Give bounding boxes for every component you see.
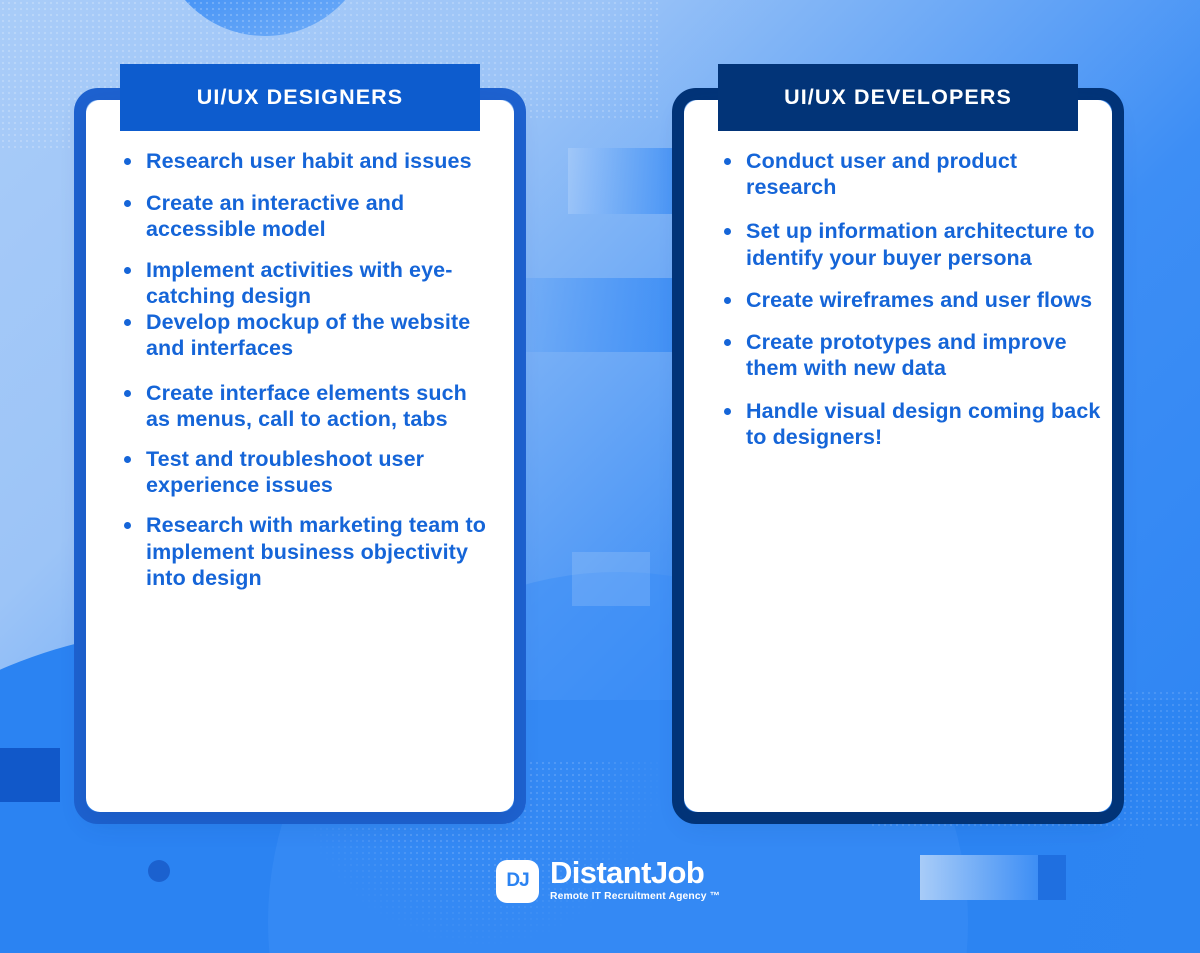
- bullet-dot-icon: [724, 158, 731, 165]
- bullet-item: Implement activities with eye-catching d…: [120, 257, 496, 309]
- bullet-dot-icon: [724, 228, 731, 236]
- bullet-item: Create interface elements such as menus,…: [120, 380, 496, 432]
- logo-text-block: DistantJob Remote IT Recruitment Agency …: [550, 857, 720, 904]
- card-title-designers: UI/UX DESIGNERS: [196, 85, 404, 109]
- bullet-item: Research with marketing team to implemen…: [120, 512, 496, 591]
- bullet-text: Implement activities with eye-catching d…: [146, 257, 453, 308]
- bullet-item: Create an interactive and accessible mod…: [120, 190, 496, 242]
- bullet-text: Research with marketing team to implemen…: [146, 513, 487, 590]
- bullet-text: Set up information architecture to ident…: [746, 219, 1095, 270]
- card-header-designers: UI/UX DESIGNERS: [120, 64, 480, 131]
- logo-company-name: DistantJob: [550, 855, 705, 891]
- bullet-dot-icon: [124, 200, 131, 208]
- decor-dot-bottom-left: [148, 860, 170, 882]
- decor-bar-lower-center: [572, 552, 650, 606]
- bullet-item: Research user habit and issues: [120, 148, 496, 174]
- logo-mark-text: DJ: [506, 870, 529, 891]
- bullet-item: Test and troubleshoot user experience is…: [120, 446, 496, 498]
- bullet-dot-icon: [124, 389, 131, 397]
- card-ui-ux-designers: Research user habit and issues Create an …: [74, 64, 526, 824]
- decor-bar-bottom-right: [920, 855, 1038, 900]
- bullet-dot-icon: [724, 339, 731, 347]
- logo-tagline: Remote IT Recruitment Agency ™: [550, 891, 721, 903]
- bullet-item: Conduct user and product research: [720, 148, 1104, 200]
- bullet-item: Handle visual design coming back to desi…: [720, 398, 1104, 450]
- bullet-text: Develop mockup of the website and interf…: [146, 310, 471, 361]
- bullet-item: Develop mockup of the website and interf…: [120, 309, 496, 361]
- card-body-developers: Conduct user and product research Set up …: [684, 100, 1112, 812]
- bullet-dot-icon: [124, 266, 131, 274]
- distantjob-logo-mark-icon: DJ: [496, 859, 539, 903]
- bullet-list-developers: Conduct user and product research Set up …: [720, 148, 1104, 450]
- bullet-dot-icon: [124, 455, 131, 463]
- decor-rect-bottom-right: [1038, 855, 1066, 900]
- bullet-dot-icon: [124, 319, 131, 327]
- card-ui-ux-developers: Conduct user and product research Set up …: [672, 64, 1124, 824]
- bullet-dot-icon: [124, 158, 131, 165]
- bullet-text: Handle visual design coming back to desi…: [746, 398, 1101, 449]
- bullet-text: Create prototypes and improve them with …: [746, 330, 1067, 381]
- bullet-dot-icon: [724, 407, 731, 415]
- bullet-text: Create wireframes and user flows: [746, 287, 1093, 312]
- bullet-list-designers: Research user habit and issues Create an …: [120, 148, 496, 591]
- bullet-dot-icon: [724, 296, 731, 304]
- decor-bar-upper-center: [568, 148, 688, 214]
- bullet-item: Set up information architecture to ident…: [720, 218, 1104, 270]
- bullet-text: Research user habit and issues: [146, 149, 472, 173]
- distantjob-logo: DJ DistantJob Remote IT Recruitment Agen…: [496, 857, 720, 905]
- bullet-item: Create wireframes and user flows: [720, 287, 1104, 313]
- card-title-developers: UI/UX DEVELOPERS: [784, 85, 1012, 109]
- card-body-designers: Research user habit and issues Create an …: [86, 100, 514, 812]
- infographic-canvas: Research user habit and issues Create an …: [0, 0, 1200, 953]
- bullet-item: Create prototypes and improve them with …: [720, 329, 1104, 381]
- bullet-text: Create an interactive and accessible mod…: [146, 191, 405, 242]
- decor-rect-left-edge: [0, 748, 60, 802]
- bullet-text: Conduct user and product research: [746, 149, 1018, 200]
- bullet-text: Test and troubleshoot user experience is…: [146, 446, 425, 498]
- card-header-developers: UI/UX DEVELOPERS: [718, 64, 1078, 131]
- bullet-text: Create interface elements such as menus,…: [146, 380, 467, 431]
- bullet-dot-icon: [124, 522, 131, 530]
